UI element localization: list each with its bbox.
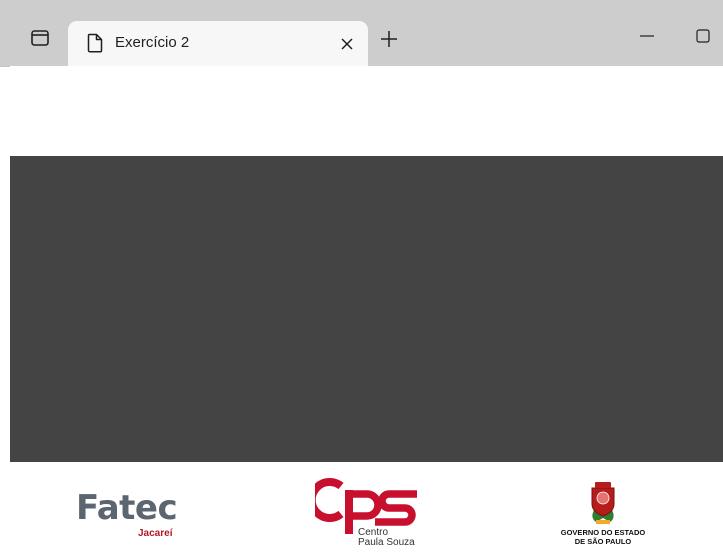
close-icon: [341, 38, 353, 50]
sp-text-line2: DE SÃO PAULO: [574, 537, 632, 546]
page-header: [10, 66, 723, 156]
sp-government-text: GOVERNO DO ESTADO DE SÃO PAULO: [548, 528, 658, 546]
tab-actions-icon: [31, 30, 49, 46]
sp-coat-of-arms-icon: [591, 482, 615, 524]
minimize-icon: [640, 35, 654, 37]
new-tab-button[interactable]: [376, 26, 402, 52]
tab-strip: Exercício 2: [0, 0, 723, 67]
cps-caption-line2: Paula Souza: [358, 537, 415, 548]
cps-caption: Centro Paula Souza: [358, 528, 415, 548]
hero-banner: [10, 156, 723, 462]
fatec-logo[interactable]: Fatec Jacareí: [76, 488, 186, 548]
maximize-icon: [696, 29, 710, 43]
page-viewport: Fatec Jacareí Centro Paula Souza GOVERNO…: [10, 66, 723, 560]
footer: Fatec Jacareí Centro Paula Souza GOVERNO…: [10, 462, 723, 560]
fatec-wordmark: Fatec: [76, 488, 178, 528]
maximize-button[interactable]: [688, 25, 718, 47]
cps-logo[interactable]: Centro Paula Souza: [315, 476, 435, 556]
tab-title: Exercício 2: [115, 34, 190, 51]
plus-icon: [381, 31, 397, 47]
browser-window: Exercício 2 Fatec Jacareí Centro Paula S…: [0, 0, 723, 560]
sp-text-line1: GOVERNO DO ESTADO: [560, 528, 646, 537]
minimize-button[interactable]: [632, 25, 662, 47]
tab-exercicio-2[interactable]: Exercício 2: [68, 21, 368, 67]
sp-government-logo[interactable]: GOVERNO DO ESTADO DE SÃO PAULO: [548, 480, 658, 552]
document-icon: [87, 33, 103, 53]
fatec-campus-label: Jacareí: [138, 528, 173, 539]
tab-close-button[interactable]: [338, 35, 356, 53]
tab-actions-button[interactable]: [24, 22, 56, 54]
